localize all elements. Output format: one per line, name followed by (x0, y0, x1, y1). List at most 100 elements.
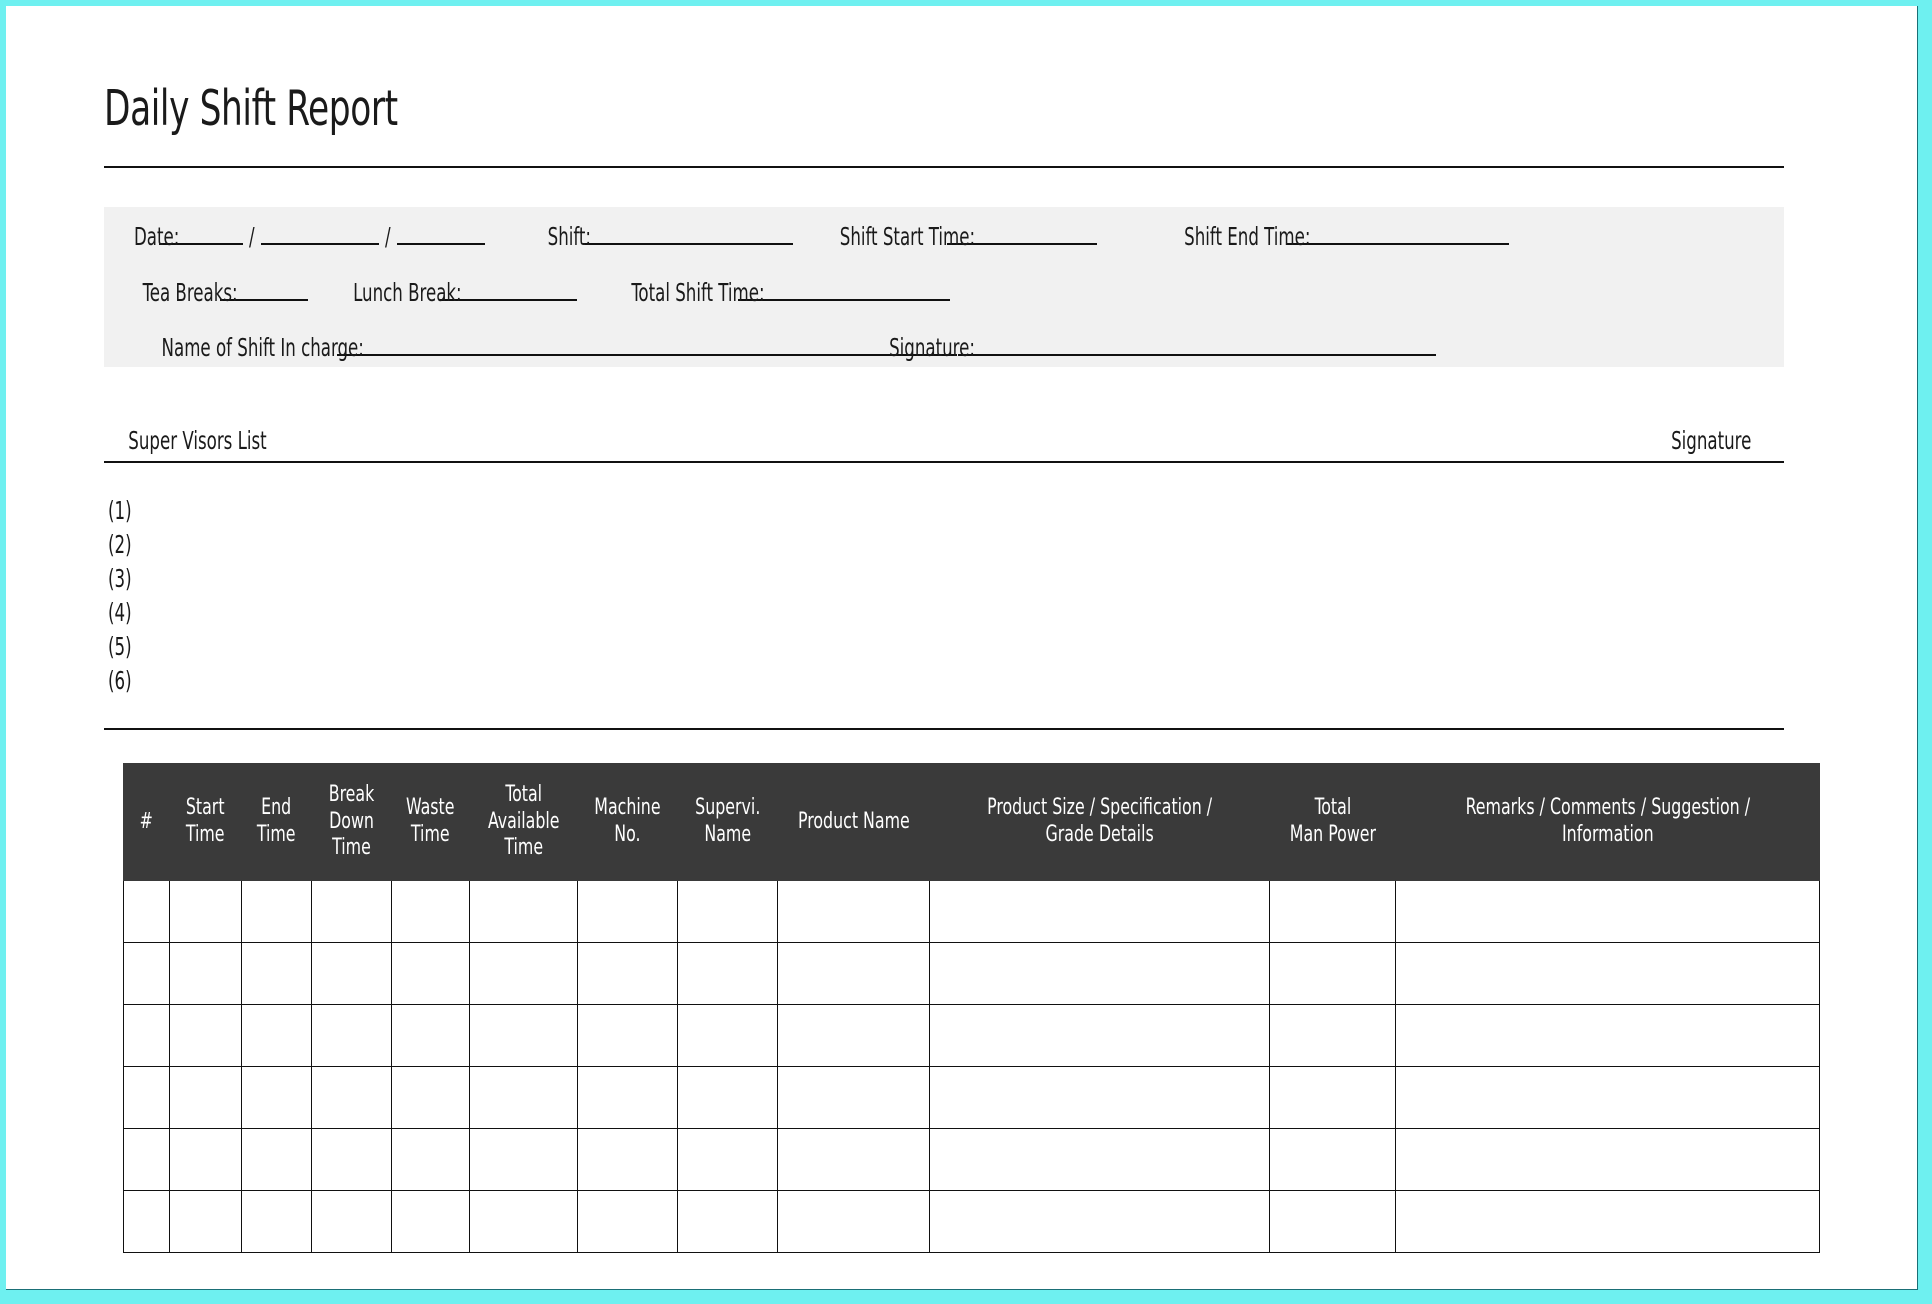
date-month-blank[interactable] (260, 223, 379, 245)
table-cell[interactable] (391, 1190, 470, 1253)
table-cell[interactable] (1395, 880, 1820, 943)
table-cell[interactable] (469, 1066, 578, 1129)
shift-start-time-field[interactable]: Shift Start Time: (816, 222, 1097, 251)
table-cell[interactable] (391, 1004, 470, 1067)
table-cell[interactable] (577, 1004, 678, 1067)
table-cell[interactable] (1269, 880, 1396, 943)
date-field[interactable]: Date: / / (126, 222, 485, 251)
table-cell[interactable] (169, 1066, 242, 1129)
table-cell[interactable] (241, 1128, 312, 1191)
shift-field[interactable]: Shift: (540, 222, 793, 251)
table-cell[interactable] (929, 1066, 1270, 1129)
table-cell[interactable] (777, 880, 930, 943)
table-cell[interactable] (169, 880, 242, 943)
table-cell[interactable] (1269, 1190, 1396, 1253)
table-cell[interactable] (929, 1128, 1270, 1191)
table-cell[interactable] (469, 1128, 578, 1191)
table-cell[interactable] (577, 942, 678, 1005)
table-cell[interactable] (777, 942, 930, 1005)
table-cell[interactable] (777, 1066, 930, 1129)
table-cell[interactable] (169, 1004, 242, 1067)
date-year-blank[interactable] (396, 223, 485, 245)
shift-blank[interactable] (582, 223, 793, 245)
table-cell[interactable] (123, 1004, 170, 1067)
table-cell[interactable] (1269, 1128, 1396, 1191)
table-cell[interactable] (469, 1004, 578, 1067)
table-cell[interactable] (123, 1066, 170, 1129)
table-cell[interactable] (469, 880, 578, 943)
table-cell[interactable] (1395, 1066, 1820, 1129)
total-shift-time-blank[interactable] (738, 279, 950, 301)
table-cell[interactable] (677, 1190, 778, 1253)
shift-end-time-field[interactable]: Shift End Time: (1162, 222, 1509, 251)
table-cell[interactable] (777, 1190, 930, 1253)
table-cell[interactable] (929, 1190, 1270, 1253)
table-cell[interactable] (123, 1128, 170, 1191)
table-cell[interactable] (929, 942, 1270, 1005)
table-cell[interactable] (469, 1190, 578, 1253)
shift-end-time-blank[interactable] (1286, 223, 1509, 245)
table-cell[interactable] (929, 880, 1270, 943)
table-row[interactable] (123, 880, 1820, 943)
column-header-product-name: Product Name (777, 763, 930, 881)
table-cell[interactable] (123, 880, 170, 943)
table-cell[interactable] (123, 942, 170, 1005)
column-header-waste-time-text: Waste Time (406, 795, 455, 847)
total-shift-time-field[interactable]: Total Shift Time: (608, 278, 950, 307)
table-cell[interactable] (577, 1066, 678, 1129)
table-cell[interactable] (577, 1190, 678, 1253)
table-row[interactable] (123, 1128, 1820, 1191)
table-cell[interactable] (677, 942, 778, 1005)
table-cell[interactable] (1269, 1004, 1396, 1067)
table-cell[interactable] (311, 1128, 392, 1191)
table-cell[interactable] (169, 942, 242, 1005)
column-header-break-down-time-text: Break Down Time (328, 781, 375, 861)
table-cell[interactable] (169, 1128, 242, 1191)
table-cell[interactable] (241, 942, 312, 1005)
lunch-break-field[interactable]: Lunch Break: (334, 278, 577, 307)
signature-field[interactable]: Signature: (874, 333, 1437, 362)
table-cell[interactable] (777, 1004, 930, 1067)
table-cell[interactable] (241, 1190, 312, 1253)
table-cell[interactable] (241, 1004, 312, 1067)
table-cell[interactable] (391, 1128, 470, 1191)
table-cell[interactable] (577, 1128, 678, 1191)
table-cell[interactable] (577, 880, 678, 943)
table-row[interactable] (123, 1066, 1820, 1129)
table-cell[interactable] (1269, 1066, 1396, 1129)
shift-in-charge-field[interactable]: Name of Shift In charge: (126, 333, 958, 362)
table-cell[interactable] (677, 1128, 778, 1191)
tea-breaks-field[interactable]: Tea Breaks: (126, 278, 309, 307)
table-cell[interactable] (391, 880, 470, 943)
table-row[interactable] (123, 1190, 1820, 1253)
table-cell[interactable] (1395, 1128, 1820, 1191)
table-cell[interactable] (1395, 1190, 1820, 1253)
table-cell[interactable] (311, 1004, 392, 1067)
signature-blank[interactable] (958, 334, 1437, 356)
table-cell[interactable] (469, 942, 578, 1005)
table-cell[interactable] (311, 1066, 392, 1129)
table-cell[interactable] (929, 1004, 1270, 1067)
column-header-remarks-text: Remarks / Comments / Suggestion / Informa… (1465, 795, 1750, 847)
table-cell[interactable] (677, 1066, 778, 1129)
table-cell[interactable] (1395, 942, 1820, 1005)
table-row[interactable] (123, 942, 1820, 1005)
page-sheet: Daily Shift Report Date: / / Shift: Shif… (6, 6, 1918, 1290)
table-cell[interactable] (1269, 942, 1396, 1005)
table-cell[interactable] (677, 1004, 778, 1067)
table-cell[interactable] (169, 1190, 242, 1253)
table-cell[interactable] (391, 1066, 470, 1129)
table-cell[interactable] (311, 880, 392, 943)
table-cell[interactable] (677, 880, 778, 943)
table-cell[interactable] (241, 1066, 312, 1129)
table-cell[interactable] (311, 1190, 392, 1253)
shift-in-charge-blank[interactable] (337, 334, 958, 356)
table-cell[interactable] (391, 942, 470, 1005)
table-cell[interactable] (311, 942, 392, 1005)
table-cell[interactable] (1395, 1004, 1820, 1067)
table-cell[interactable] (777, 1128, 930, 1191)
table-cell[interactable] (123, 1190, 170, 1253)
table-cell[interactable] (241, 880, 312, 943)
shift-log-table: # Start Time End Time Break Down Time Waste T… (123, 763, 1820, 1253)
table-row[interactable] (123, 1004, 1820, 1067)
